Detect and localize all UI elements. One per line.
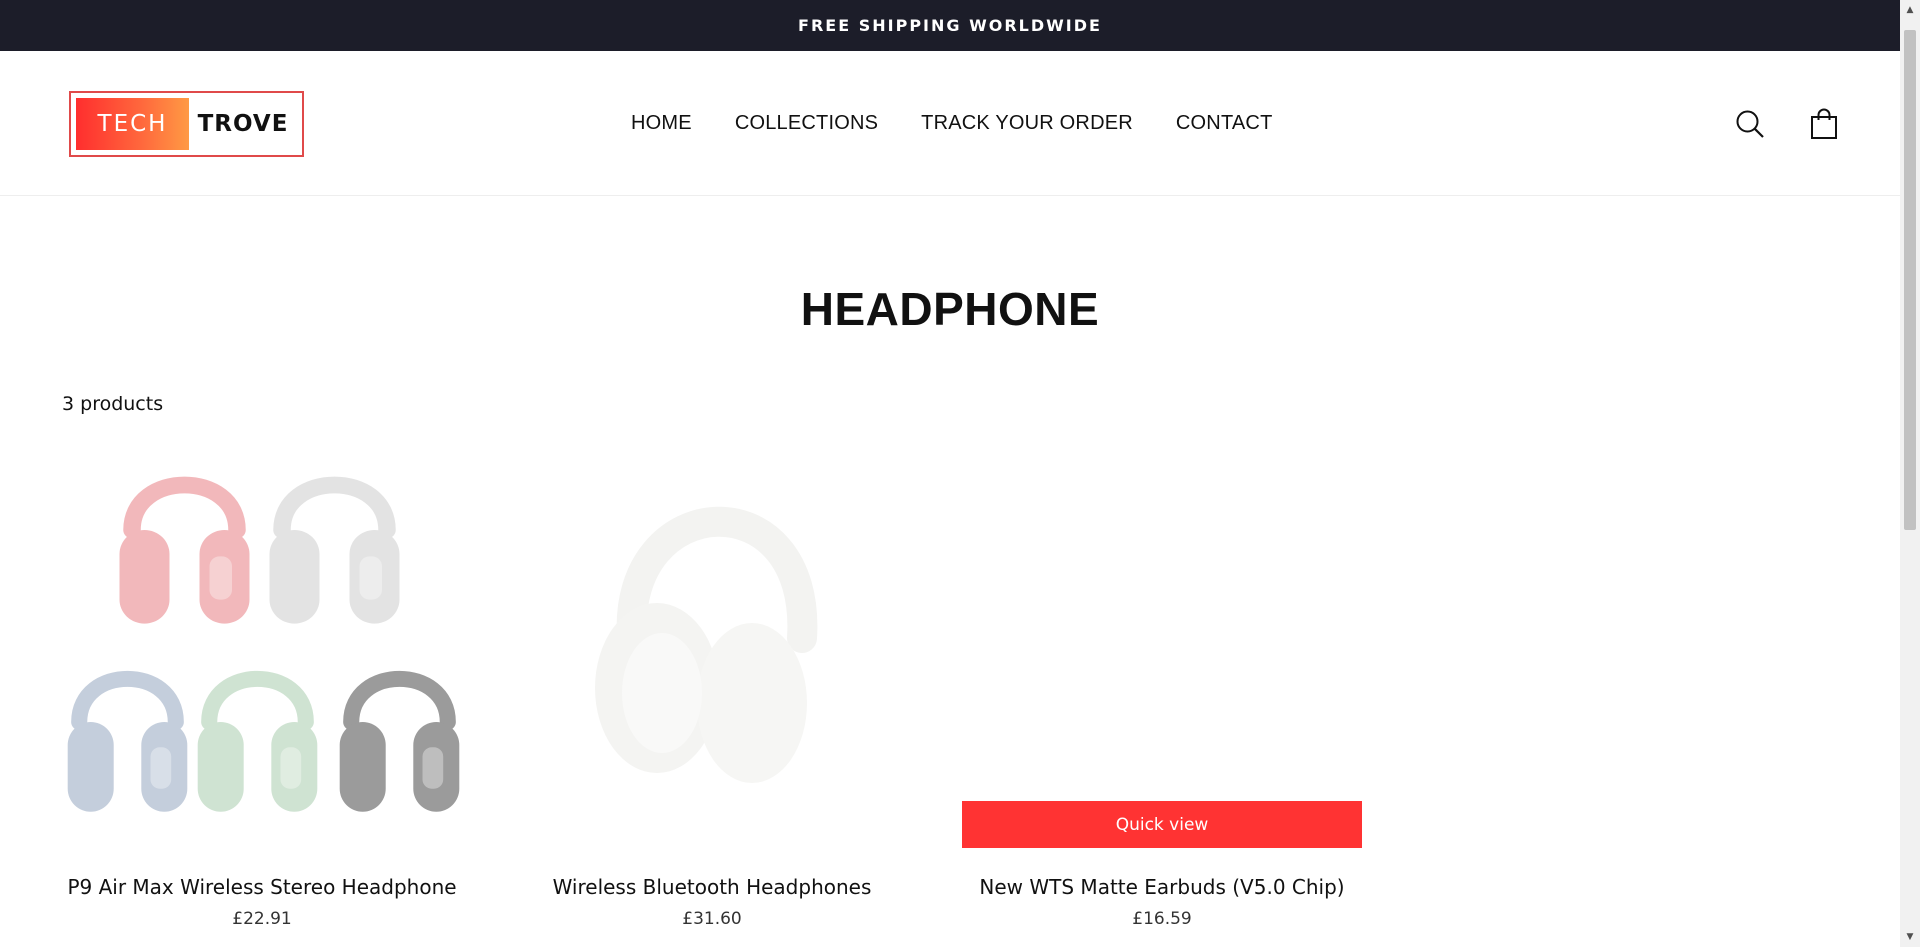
product-image[interactable]	[512, 448, 912, 848]
nav-item-contact[interactable]: CONTACT	[1176, 112, 1273, 135]
logo-left-text: TECH	[76, 98, 189, 150]
product-image[interactable]	[62, 448, 462, 848]
logo-right-text: TROVE	[197, 111, 289, 137]
product-title[interactable]: New WTS Matte Earbuds (V5.0 Chip)	[962, 875, 1362, 899]
nav-item-collections[interactable]: COLLECTIONS	[735, 112, 878, 135]
scroll-thumb[interactable]	[1904, 30, 1916, 530]
product-price: £16.59	[1132, 909, 1192, 929]
site-header: TECH TROVE HOME COLLECTIONS TRACK YOUR O…	[0, 51, 1900, 196]
product-card[interactable]: Quick view New WTS Matte Earbuds (V5.0 C…	[962, 448, 1362, 929]
announcement-bar: FREE SHIPPING WORLDWIDE	[0, 0, 1900, 51]
product-title[interactable]: Wireless Bluetooth Headphones	[512, 875, 912, 899]
quick-view-button[interactable]: Quick view	[962, 801, 1362, 848]
scroll-down-icon[interactable]: ▼	[1900, 927, 1920, 947]
header-icons	[1734, 51, 1840, 196]
product-count: 3 products	[62, 393, 164, 415]
product-price: £22.91	[232, 909, 292, 929]
product-card[interactable]: Wireless Bluetooth Headphones £31.60	[512, 448, 912, 929]
announcement-text: FREE SHIPPING WORLDWIDE	[798, 16, 1102, 35]
nav-item-home[interactable]: HOME	[631, 112, 692, 135]
nav-item-track-order[interactable]: TRACK YOUR ORDER	[921, 112, 1133, 135]
product-title[interactable]: P9 Air Max Wireless Stereo Headphone	[62, 875, 462, 899]
cart-icon[interactable]	[1808, 108, 1840, 140]
product-card[interactable]: P9 Air Max Wireless Stereo Headphone £22…	[62, 448, 462, 929]
product-price: £31.60	[682, 909, 742, 929]
product-image[interactable]: Quick view	[962, 448, 1362, 848]
page-scrollbar[interactable]: ▲ ▼	[1900, 0, 1920, 947]
search-icon[interactable]	[1734, 108, 1766, 140]
site-logo[interactable]: TECH TROVE	[69, 91, 304, 157]
collection-title: HEADPHONE	[800, 283, 1100, 335]
main-nav: HOME COLLECTIONS TRACK YOUR ORDER CONTAC…	[631, 51, 1315, 196]
scroll-up-icon[interactable]: ▲	[1900, 0, 1920, 20]
